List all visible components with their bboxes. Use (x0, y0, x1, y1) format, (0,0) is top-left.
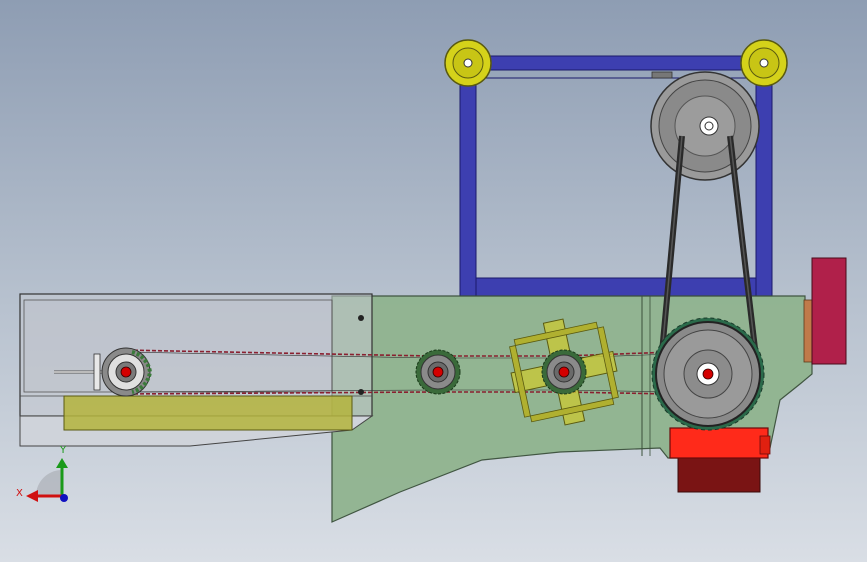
machine-assembly-drawing[interactable]: Y X (0, 0, 867, 562)
cad-graphics-viewport[interactable]: Y X (0, 0, 867, 562)
middle-sprocket-assembly[interactable] (415, 349, 461, 395)
idler-wheel-right[interactable] (740, 39, 788, 87)
triad-y-label: Y (59, 445, 67, 456)
upper-drive-pulley[interactable] (650, 71, 760, 181)
triad-x-label: X (16, 488, 23, 499)
collection-tray[interactable] (63, 395, 353, 431)
electric-motor[interactable] (669, 427, 771, 493)
lower-drive-pulley[interactable] (651, 317, 765, 431)
idler-wheel-left[interactable] (444, 39, 492, 87)
side-mounting-block[interactable] (811, 257, 847, 365)
view-orientation-triad-icon[interactable] (26, 458, 68, 502)
